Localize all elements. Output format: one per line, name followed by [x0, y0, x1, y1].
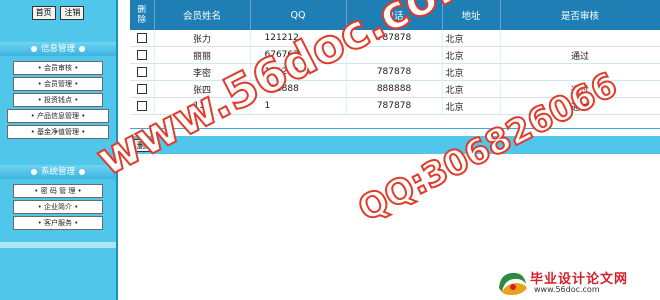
home-button[interactable]: 首页 — [31, 6, 56, 20]
bullet-icon — [79, 45, 85, 52]
system-management-menu: • 密 码 管 理 • • 企业简介 • • 客户服务 • — [0, 184, 116, 232]
logo-icon — [499, 272, 527, 295]
cell-phone: 787878 — [346, 63, 443, 81]
cell-address: 北京 — [442, 97, 501, 115]
group-title: 信息管理 — [40, 44, 75, 54]
watermark-logo: 毕业设计论文网 www.56doc.com — [496, 268, 658, 298]
top-buttons: 首页 注销 — [0, 6, 116, 20]
menu-item-member-management[interactable]: • 会员管理 • — [13, 77, 103, 91]
logo-url: www.56doc.com — [534, 285, 600, 294]
row-checkbox[interactable] — [136, 66, 147, 77]
group-title: 系统管理 — [40, 167, 75, 177]
col-header-name: 会员姓名 — [154, 0, 251, 30]
row-checkbox[interactable] — [136, 32, 147, 43]
info-management-header[interactable]: 信息管理 — [0, 42, 116, 56]
action-bar: 删除 — [130, 136, 660, 154]
cell-address: 北京 — [442, 63, 501, 81]
cell-address: 北京 — [442, 80, 501, 98]
menu-item-password[interactable]: • 密 码 管 理 • — [13, 184, 103, 198]
cell-name: 丽丽 — [154, 46, 251, 64]
logout-button[interactable]: 注销 — [60, 6, 85, 20]
cell-reviewed — [500, 30, 660, 47]
menu-item-company-profile[interactable]: • 企业简介 • — [13, 200, 103, 214]
col-header-reviewed: 是否审核 — [500, 0, 660, 30]
col-header-delete: 删除 — [130, 0, 155, 30]
sidebar-footer-bar — [0, 242, 116, 248]
cell-phone: 787878 — [346, 97, 443, 115]
menu-item-customer-service[interactable]: • 客户服务 • — [13, 216, 103, 230]
bullet-icon — [30, 45, 37, 52]
cell-address: 北京 — [442, 30, 501, 47]
cell-name: 张力 — [154, 30, 251, 47]
cell-phone: 888888 — [346, 80, 443, 98]
cell-address: 北京 — [442, 46, 501, 64]
info-management-menu: • 会员审核 • • 会员管理 • • 投资钱点 • • 产品信息管理 • • … — [0, 61, 116, 141]
bullet-icon — [79, 168, 85, 175]
cell-reviewed: 通过 — [500, 46, 660, 64]
menu-item-product-info[interactable]: • 产品信息管理 • — [7, 109, 109, 123]
table-row: 丽丽 676767 北京 通过 — [130, 46, 660, 64]
bullet-icon — [30, 168, 37, 175]
menu-item-investment[interactable]: • 投资钱点 • — [13, 93, 103, 107]
row-checkbox[interactable] — [136, 83, 147, 94]
menu-item-member-review[interactable]: • 会员审核 • — [13, 61, 103, 75]
system-management-header[interactable]: 系统管理 — [0, 165, 116, 179]
row-checkbox[interactable] — [136, 49, 147, 60]
